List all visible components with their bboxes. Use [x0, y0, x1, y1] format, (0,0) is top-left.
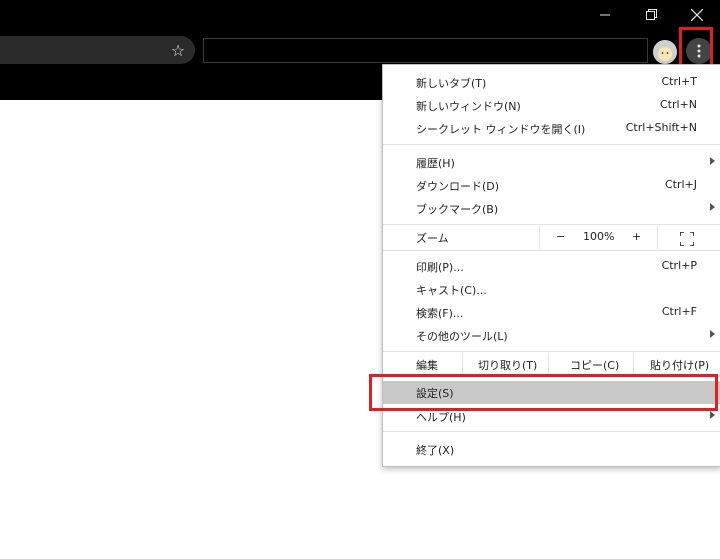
- zoom-divider: [539, 226, 540, 249]
- restore-button[interactable]: [628, 0, 674, 29]
- minimize-icon: [600, 14, 610, 15]
- menu-item-label: ダウンロード(D): [416, 180, 500, 193]
- edit-label: 編集: [416, 359, 438, 372]
- submenu-arrow-icon: [710, 203, 715, 211]
- zoom-level: 100%: [583, 230, 615, 243]
- menu-item-label: シークレット ウィンドウを開く(I): [416, 123, 586, 136]
- fullscreen-button[interactable]: [679, 231, 695, 247]
- menu-item-label: 新しいタブ(T): [416, 77, 487, 90]
- edit-divider: [633, 353, 634, 376]
- menu-divider: [383, 351, 720, 352]
- restore-icon: [645, 9, 657, 20]
- minimize-button[interactable]: [582, 0, 628, 29]
- menu-item-more-tools[interactable]: その他のツール(L): [383, 324, 720, 347]
- menu-divider: [383, 250, 720, 251]
- shortcut-label: Ctrl+T: [661, 75, 697, 88]
- menu-item-incognito[interactable]: シークレット ウィンドウを開く(I) Ctrl+Shift+N: [383, 117, 720, 140]
- shortcut-label: Ctrl+N: [659, 98, 697, 111]
- bookmark-star-icon[interactable]: ☆: [168, 41, 188, 61]
- menu-item-label: ブックマーク(B): [416, 203, 499, 216]
- menu-item-zoom: ズーム: [383, 226, 720, 249]
- menu-item-label: ヘルプ(H): [416, 411, 466, 424]
- settings-highlight-box: [369, 374, 718, 411]
- menu-item-cast[interactable]: キャスト(C)...: [383, 278, 720, 301]
- paste-button[interactable]: 貼り付け(P): [650, 357, 709, 373]
- shortcut-label: Ctrl+Shift+N: [625, 121, 697, 134]
- profile-face-icon: [653, 40, 677, 64]
- menu-item-label: その他のツール(L): [416, 330, 508, 343]
- fullscreen-icon: [679, 231, 695, 247]
- cut-button[interactable]: 切り取り(T): [478, 357, 537, 373]
- avatar[interactable]: [653, 40, 677, 64]
- copy-button[interactable]: コピー(C): [570, 357, 619, 373]
- menu-item-history[interactable]: 履歴(H): [383, 151, 720, 174]
- shortcut-label: Ctrl+J: [664, 178, 697, 191]
- menu-item-label: 履歴(H): [416, 157, 455, 170]
- menu-item-downloads[interactable]: ダウンロード(D) Ctrl+J: [383, 174, 720, 197]
- menu-item-label: 検索(F)...: [416, 307, 464, 320]
- zoom-in-button[interactable]: +: [632, 230, 641, 243]
- close-button[interactable]: [674, 0, 720, 29]
- submenu-arrow-icon: [710, 411, 715, 419]
- menu-item-label: 終了(X): [416, 444, 455, 457]
- menu-item-new-window[interactable]: 新しいウィンドウ(N) Ctrl+N: [383, 94, 720, 117]
- edit-divider: [462, 353, 463, 376]
- zoom-label: ズーム: [416, 232, 449, 245]
- menu-item-find[interactable]: 検索(F)... Ctrl+F: [383, 301, 720, 324]
- zoom-out-button[interactable]: −: [556, 230, 565, 243]
- submenu-arrow-icon: [710, 157, 715, 165]
- menu-item-print[interactable]: 印刷(P)... Ctrl+P: [383, 255, 720, 278]
- menu-button-highlight-box: [679, 27, 713, 67]
- submenu-arrow-icon: [710, 330, 715, 338]
- menu-divider: [383, 144, 720, 145]
- menu-item-new-tab[interactable]: 新しいタブ(T) Ctrl+T: [383, 71, 720, 94]
- menu-item-label: 印刷(P)...: [416, 261, 464, 274]
- address-field[interactable]: [203, 38, 648, 63]
- menu-divider: [383, 431, 720, 432]
- shortcut-label: Ctrl+P: [661, 259, 697, 272]
- menu-item-exit[interactable]: 終了(X): [383, 438, 720, 461]
- menu-item-bookmarks[interactable]: ブックマーク(B): [383, 197, 720, 220]
- shortcut-label: Ctrl+F: [661, 305, 697, 318]
- omnibox[interactable]: [0, 36, 195, 64]
- zoom-divider: [657, 226, 658, 249]
- close-icon: [691, 8, 703, 21]
- menu-item-label: キャスト(C)...: [416, 284, 487, 297]
- menu-item-label: 新しいウィンドウ(N): [416, 100, 521, 113]
- edit-divider: [548, 353, 549, 376]
- menu-divider: [383, 224, 720, 225]
